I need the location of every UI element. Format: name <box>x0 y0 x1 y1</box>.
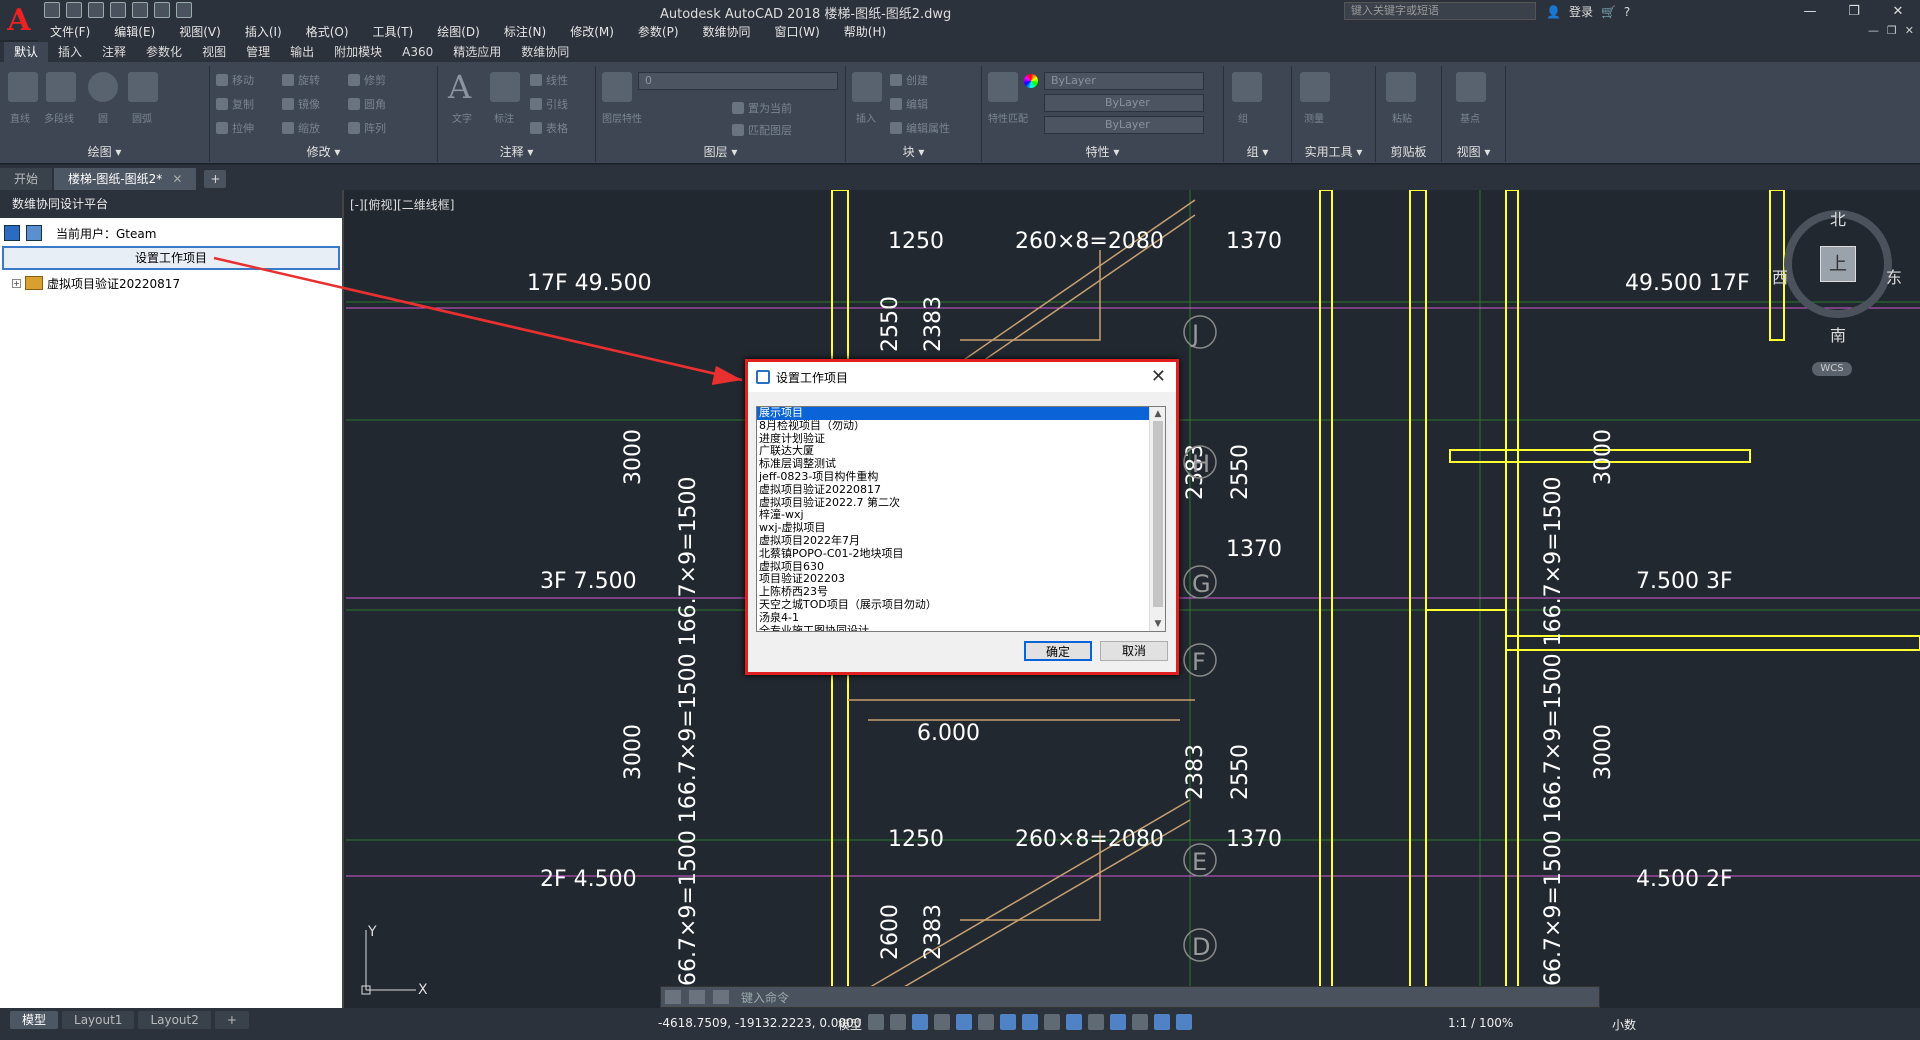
project-list-item[interactable]: 8月检视项目（勿动） <box>757 419 1149 433</box>
ortho-toggle-icon[interactable] <box>912 1014 928 1030</box>
viewcube-top[interactable]: 上 <box>1820 246 1856 282</box>
gizmo-icon[interactable] <box>1132 1014 1148 1030</box>
annotation-scale[interactable]: 1:1 / 100% <box>1448 1016 1513 1030</box>
project-list-item[interactable]: 虚拟项目验证2022.7 第二次 <box>757 496 1149 510</box>
project-list-item[interactable]: 虚拟项目验证20220817 <box>757 483 1149 497</box>
dialog-close-icon[interactable]: ✕ <box>1151 366 1166 387</box>
project-list-item[interactable]: 汤泉4-1 <box>757 611 1149 625</box>
transparency-toggle-icon[interactable] <box>1022 1014 1038 1030</box>
polar-toggle-icon[interactable] <box>934 1014 950 1030</box>
otrack-toggle-icon[interactable] <box>978 1014 994 1030</box>
dialog-title: 设置工作项目 <box>776 370 849 385</box>
layout-add-button[interactable]: + <box>214 1011 249 1029</box>
compass-south[interactable]: 南 <box>1830 322 1846 346</box>
dynamic-ucs-icon[interactable] <box>1088 1014 1104 1030</box>
scroll-thumb[interactable] <box>1153 421 1163 607</box>
wcs-menu[interactable]: WCS <box>1812 362 1852 376</box>
3d-osnap-icon[interactable] <box>1066 1014 1082 1030</box>
snap-toggle-icon[interactable] <box>890 1014 906 1030</box>
compass-east[interactable]: 东 <box>1886 264 1902 288</box>
cmd-search-icon[interactable] <box>689 990 705 1004</box>
selection-filter-icon[interactable] <box>1110 1014 1126 1030</box>
model-space-toggle[interactable]: 模型 <box>838 1016 862 1033</box>
layout-tab-2[interactable]: Layout2 <box>138 1011 211 1029</box>
annotation-visibility-icon[interactable] <box>1154 1014 1170 1030</box>
project-list-item[interactable]: 展示项目 <box>757 407 1150 421</box>
lineweight-toggle-icon[interactable] <box>1000 1014 1016 1030</box>
dialog-app-icon <box>756 370 770 384</box>
project-list-item[interactable]: 天空之城TOD项目（展示项目勿动） <box>757 598 1149 612</box>
project-list-item[interactable]: 虚拟项目2022年7月 <box>757 534 1149 548</box>
ok-button[interactable]: 确定 <box>1024 641 1092 661</box>
set-project-dialog: 设置工作项目 ✕ 展示项目 8月检视项目（勿动） 进度计划验证 广联达大厦 标准层调整测… <box>745 359 1179 675</box>
project-list-item[interactable]: 全专业施工图协同设计 <box>757 624 1149 631</box>
scroll-down-icon[interactable]: ▼ <box>1150 617 1165 631</box>
list-scrollbar[interactable]: ▲ ▼ <box>1149 407 1165 631</box>
project-list-item[interactable]: 进度计划验证 <box>757 432 1149 446</box>
units-selector[interactable]: 小数 <box>1612 1016 1636 1033</box>
scroll-up-icon[interactable]: ▲ <box>1150 407 1165 421</box>
project-listbox[interactable]: 展示项目 8月检视项目（勿动） 进度计划验证 广联达大厦 标准层调整测试 jeff-082… <box>756 406 1166 632</box>
dialog-titlebar: 设置工作项目 <box>748 362 1176 392</box>
command-input[interactable]: 键入命令 <box>741 989 789 1006</box>
project-list-item[interactable]: 北蔡镇POPO-C01-2地块项目 <box>757 547 1149 561</box>
coordinates-readout[interactable]: -4618.7509, -19132.2223, 0.0000 <box>658 1016 861 1030</box>
auto-scale-icon[interactable] <box>1176 1014 1192 1030</box>
cmd-prompt-icon[interactable] <box>713 990 729 1004</box>
layout-tab-model[interactable]: 模型 <box>10 1011 59 1029</box>
compass-north[interactable]: 北 <box>1830 206 1846 230</box>
osnap-toggle-icon[interactable] <box>956 1014 972 1030</box>
cmd-close-icon[interactable] <box>665 990 681 1004</box>
selection-cycling-icon[interactable] <box>1044 1014 1060 1030</box>
viewport-controls[interactable]: [-][俯视][二维线框] <box>350 196 454 213</box>
compass-west[interactable]: 西 <box>1772 264 1788 288</box>
project-list-item[interactable]: jeff-0823-项目构件重构 <box>757 470 1149 484</box>
layout-tabs: 模型 Layout1 Layout2 + <box>0 1010 640 1030</box>
project-list: 展示项目 8月检视项目（勿动） 进度计划验证 广联达大厦 标准层调整测试 jeff-082… <box>757 407 1165 631</box>
cancel-button[interactable]: 取消 <box>1100 641 1168 661</box>
grid-toggle-icon[interactable] <box>868 1014 884 1030</box>
status-toggles <box>868 1014 1192 1030</box>
layout-tab-1[interactable]: Layout1 <box>62 1011 135 1029</box>
command-line[interactable]: 键入命令 <box>660 986 1600 1008</box>
